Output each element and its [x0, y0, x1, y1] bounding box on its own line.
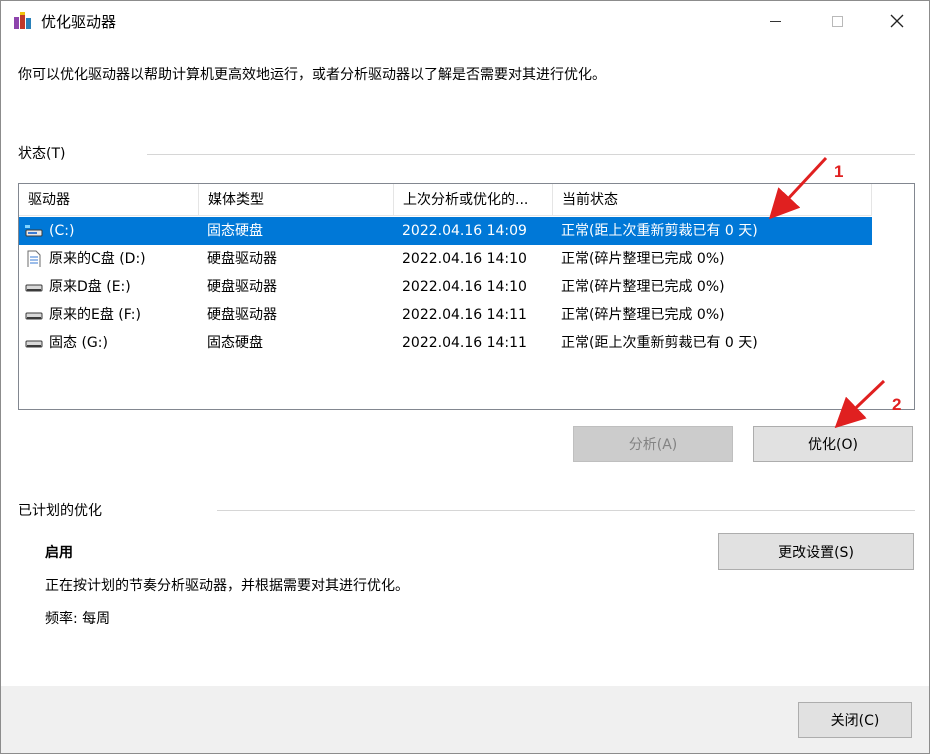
schedule-frequency: 频率: 每周 [45, 611, 111, 627]
title-bar[interactable]: 优化驱动器 [1, 1, 929, 41]
close-icon [890, 14, 904, 28]
media-type: 硬盘驱动器 [207, 307, 277, 323]
drive-status: 正常(碎片整理已完成 0%) [561, 251, 725, 267]
drive-name: 原来的E盘 (F:) [49, 307, 141, 323]
scheduled-section-label: 已计划的优化 [18, 503, 102, 519]
hdd-drive-icon [25, 312, 43, 320]
last-run: 2022.04.16 14:11 [402, 335, 527, 351]
footer-bar: 关闭(C) [1, 686, 929, 753]
last-run: 2022.04.16 14:10 [402, 251, 527, 267]
scheduled-divider [217, 510, 915, 511]
window-title: 优化驱动器 [41, 13, 117, 31]
schedule-description: 正在按计划的节奏分析驱动器，并根据需要对其进行优化。 [45, 578, 409, 594]
maximize-button[interactable] [814, 1, 860, 41]
optimize-button[interactable]: 优化(O) [753, 426, 913, 462]
status-section-label: 状态(T) [18, 146, 66, 162]
drive-status: 正常(碎片整理已完成 0%) [561, 307, 725, 323]
hdd-drive-icon [25, 340, 43, 348]
media-type: 固态硬盘 [207, 223, 263, 239]
status-divider [147, 154, 915, 155]
drive-status: 正常(碎片整理已完成 0%) [561, 279, 725, 295]
column-header-last-run[interactable]: 上次分析或优化的... [394, 184, 553, 216]
minimize-icon [769, 20, 781, 22]
column-header-drive[interactable]: 驱动器 [19, 184, 199, 216]
drive-row[interactable]: 原来的E盘 (F:) 硬盘驱动器 2022.04.16 14:11 正常(碎片整… [19, 301, 872, 329]
drive-row[interactable]: 固态 (G:) 固态硬盘 2022.04.16 14:11 正常(距上次重新剪裁… [19, 329, 872, 357]
drive-list[interactable]: 驱动器 媒体类型 上次分析或优化的... 当前状态 (C:) 固态硬盘 2022… [18, 183, 915, 410]
annotation-number-1: 1 [834, 162, 843, 181]
close-button[interactable]: 关闭(C) [798, 702, 912, 738]
media-type: 硬盘驱动器 [207, 279, 277, 295]
column-header-current-status[interactable]: 当前状态 [553, 184, 872, 216]
change-settings-button[interactable]: 更改设置(S) [718, 533, 914, 570]
document-drive-icon [27, 250, 41, 267]
drive-row[interactable]: (C:) 固态硬盘 2022.04.16 14:09 正常(距上次重新剪裁已有 … [19, 217, 872, 245]
drive-name: 固态 (G:) [49, 335, 108, 351]
defrag-app-icon [14, 12, 31, 29]
analyze-button[interactable]: 分析(A) [573, 426, 733, 462]
drive-status: 正常(距上次重新剪裁已有 0 天) [561, 335, 758, 351]
drive-name: 原来D盘 (E:) [49, 279, 131, 295]
last-run: 2022.04.16 14:10 [402, 279, 527, 295]
media-type: 固态硬盘 [207, 335, 263, 351]
drive-list-header: 驱动器 媒体类型 上次分析或优化的... 当前状态 [19, 184, 872, 216]
description-text: 你可以优化驱动器以帮助计算机更高效地运行，或者分析驱动器以了解是否需要对其进行优… [18, 67, 606, 83]
drive-status: 正常(距上次重新剪裁已有 0 天) [561, 223, 758, 239]
maximize-icon [831, 15, 843, 27]
drive-name: 原来的C盘 (D:) [49, 251, 146, 267]
last-run: 2022.04.16 14:11 [402, 307, 527, 323]
drive-name: (C:) [49, 223, 75, 239]
minimize-button[interactable] [752, 1, 798, 41]
close-window-button[interactable] [874, 1, 920, 41]
schedule-state: 启用 [45, 545, 73, 561]
drive-row[interactable]: 原来的C盘 (D:) 硬盘驱动器 2022.04.16 14:10 正常(碎片整… [19, 245, 872, 273]
drive-row[interactable]: 原来D盘 (E:) 硬盘驱动器 2022.04.16 14:10 正常(碎片整理… [19, 273, 872, 301]
ssd-drive-icon [25, 225, 43, 237]
last-run: 2022.04.16 14:09 [402, 223, 527, 239]
column-header-media-type[interactable]: 媒体类型 [199, 184, 394, 216]
optimize-drives-window: 优化驱动器 你可以优化驱动器以帮助计算机更高效地运行，或者分析驱动器以了解是否需… [0, 0, 930, 754]
hdd-drive-icon [25, 284, 43, 292]
media-type: 硬盘驱动器 [207, 251, 277, 267]
